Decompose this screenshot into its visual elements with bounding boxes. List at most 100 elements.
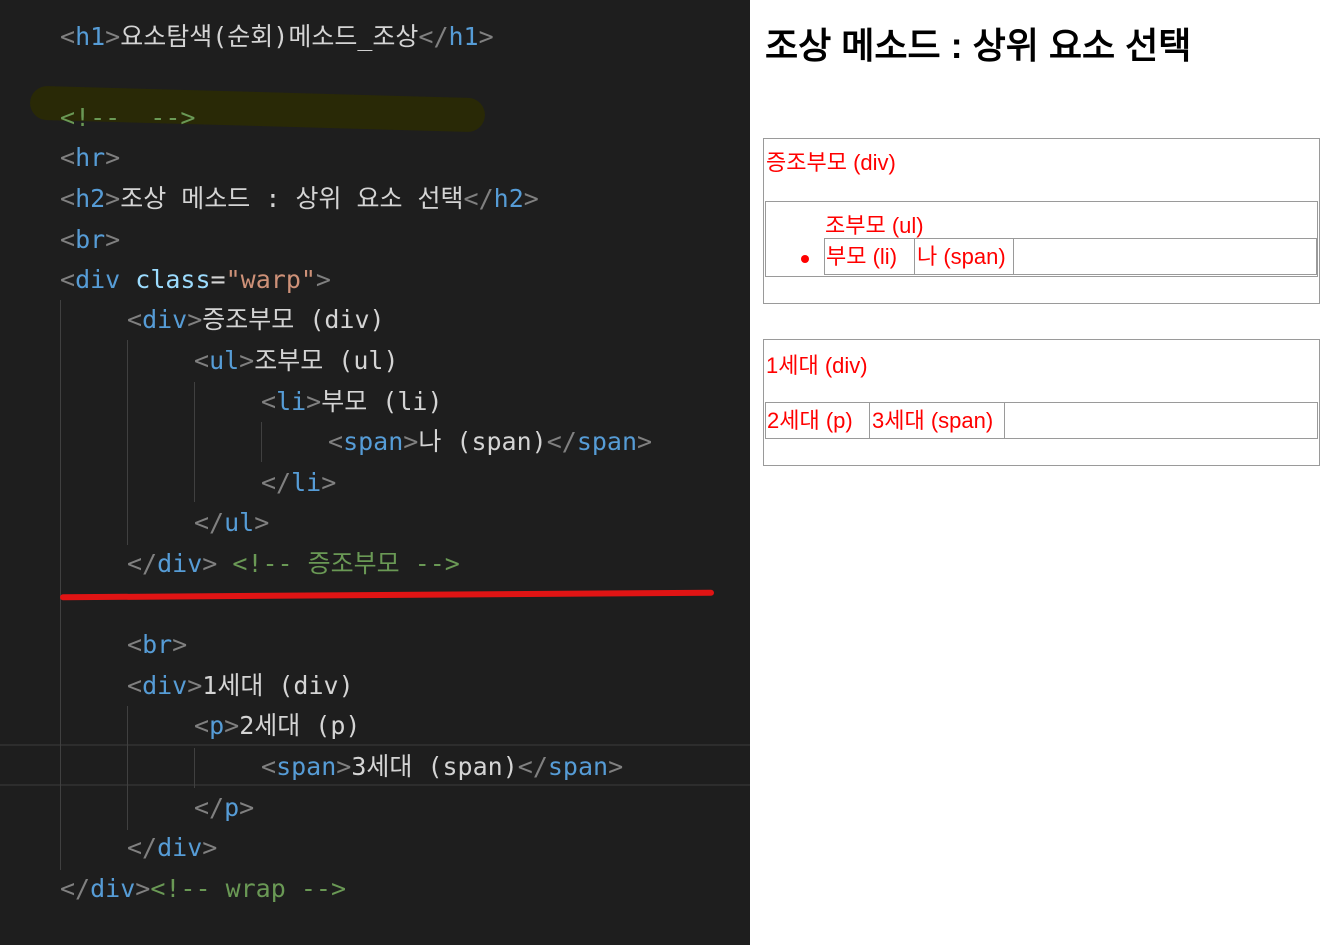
grandparent-label: 조부모 (ul) [825,213,924,238]
tag-name: p [209,711,225,740]
punct: < [60,184,76,213]
punct: </ [418,22,449,51]
punct: > [608,752,624,781]
code-line-11[interactable]: </li> [261,463,336,503]
punct: < [328,427,344,456]
tag-name: div [75,265,121,294]
comment: <!-- 증조부모 --> [232,549,460,578]
punct: > [187,671,203,700]
punct: </ [60,874,91,903]
attr-value: "warp" [225,265,316,294]
text-content: 요소탐색(순회)메소드_조상 [120,22,419,51]
punct: > [172,630,188,659]
punct: </ [127,833,158,862]
indent-guide [127,706,128,830]
code-line-4[interactable]: <h2>조상 메소드 : 상위 요소 선택</h2> [60,179,539,219]
text-content: 조부모 (ul) [254,346,399,375]
gen2-label: 2세대 (p) [767,408,853,433]
punct: > [105,184,121,213]
indent-guide [127,340,128,545]
code-line-6[interactable]: <div class="warp"> [60,260,331,300]
code-line-9[interactable]: <li>부모 (li) [261,382,443,422]
punct: > [306,387,322,416]
tag-name: span [576,427,638,456]
indent-guide [194,748,195,788]
punct: > [637,427,653,456]
parent-label: 부모 (li) [826,244,898,269]
tag-name: hr [75,143,106,172]
code-line-8[interactable]: <ul>조부모 (ul) [194,341,399,381]
code-editor[interactable]: <h1>요소탐색(순회)메소드_조상</h1> <!-- --> <hr> <h… [0,0,750,945]
text-content: 조상 메소드 : 상위 요소 선택 [120,184,464,213]
text-content: 2세대 (p) [239,711,361,740]
punct: < [60,143,76,172]
punct: > [202,833,218,862]
code-line-12[interactable]: </ul> [194,503,269,543]
tag-name: ul [224,508,255,537]
code-line-18[interactable]: </p> [194,788,254,828]
punct: </ [261,468,292,497]
tag-name: span [276,752,337,781]
punct: > [478,22,494,51]
tag-name: br [142,630,173,659]
text-content: 나 (span) [418,427,547,456]
code-line-19[interactable]: </div> [127,828,217,868]
punct: < [261,752,277,781]
punct: < [60,265,76,294]
punct: < [127,630,143,659]
code-line-10[interactable]: <span>나 (span)</span> [328,422,652,462]
punct: > [315,265,331,294]
punct: < [194,711,210,740]
punct: > [224,711,240,740]
tag-name: div [142,305,188,334]
code-line-16[interactable]: <p>2세대 (p) [194,706,360,746]
text-content: 부모 (li) [321,387,443,416]
self-label: 나 (span) [917,244,1006,269]
punct: > [202,549,218,578]
indent-guide [261,422,262,462]
indent-guide [194,382,195,502]
tag-name: h1 [75,22,106,51]
code-line-7[interactable]: <div>증조부모 (div) [127,300,385,340]
punct: > [239,793,255,822]
red-underline-annotation [59,589,715,601]
punct: </ [127,549,158,578]
punct: < [194,346,210,375]
punct: </ [463,184,494,213]
punct: </ [194,793,225,822]
code-line-20[interactable]: </div><!-- wrap --> [60,869,346,909]
punct: > [403,427,419,456]
punct: </ [194,508,225,537]
code-line-17[interactable]: <span>3세대 (span)</span> [261,747,623,787]
gen3-label: 3세대 (span) [872,408,994,433]
code-line-15[interactable]: <div>1세대 (div) [127,666,354,706]
punct: < [60,22,76,51]
indent-guide [60,300,61,870]
text-content: 1세대 (div) [202,671,354,700]
punct: > [336,752,352,781]
punct: > [254,508,270,537]
punct: < [127,305,143,334]
code-line-14[interactable]: <br> [127,625,187,665]
code-line-5[interactable]: <br> [60,220,120,260]
tag-name: span [343,427,404,456]
text-content: 3세대 (span) [351,752,518,781]
punct: </ [517,752,548,781]
tag-name: ul [209,346,240,375]
punct: > [239,346,255,375]
tag-name: div [157,833,203,862]
tag-name: h2 [493,184,524,213]
parent-li: 부모 (li) [824,238,1317,275]
tag-name: br [75,225,106,254]
gen3-span: 3세대 (span) [869,402,1005,439]
punct: > [135,874,151,903]
code-line-13[interactable]: </div> <!-- 증조부모 --> [127,544,460,584]
punct: > [105,22,121,51]
code-line-2[interactable]: <!-- --> [60,98,195,138]
code-line-1[interactable]: <h1>요소탐색(순회)메소드_조상</h1> [60,17,494,57]
punct: > [105,143,121,172]
attr-name: class [135,265,211,294]
code-line-3[interactable]: <hr> [60,138,120,178]
tag-name: h1 [448,22,479,51]
tag-name: li [276,387,307,416]
